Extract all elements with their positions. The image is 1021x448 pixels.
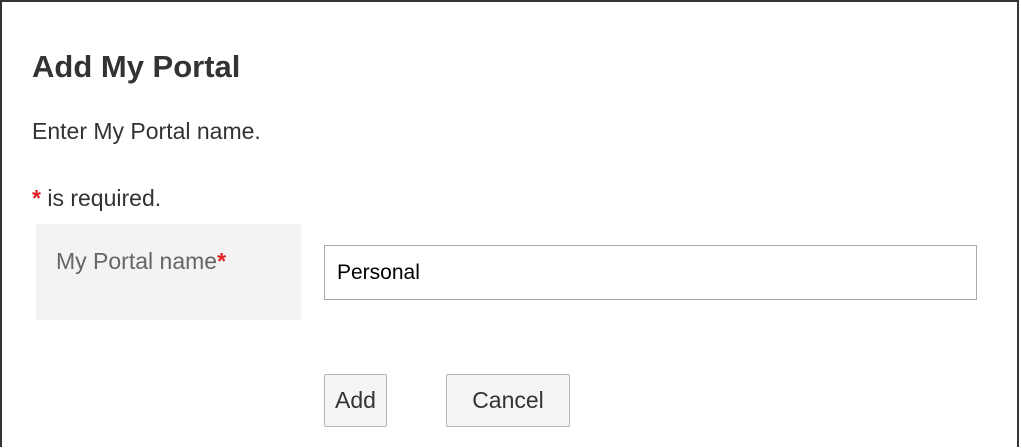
add-button[interactable]: Add (324, 374, 387, 427)
instruction-text: Enter My Portal name. (32, 118, 261, 144)
page-title: Add My Portal (32, 49, 241, 84)
required-note: * is required. (32, 183, 161, 213)
cancel-button[interactable]: Cancel (446, 374, 570, 427)
add-my-portal-dialog: Add My Portal Enter My Portal name. * is… (0, 0, 1019, 447)
portal-name-input[interactable] (324, 245, 977, 300)
required-note-text: is required. (40, 185, 162, 211)
portal-name-label: My Portal name* (56, 246, 226, 276)
required-marker: * (32, 185, 41, 211)
portal-name-required-marker: * (217, 248, 227, 274)
portal-name-label-cell: My Portal name* (36, 224, 301, 320)
portal-name-label-text: My Portal name (56, 248, 218, 274)
